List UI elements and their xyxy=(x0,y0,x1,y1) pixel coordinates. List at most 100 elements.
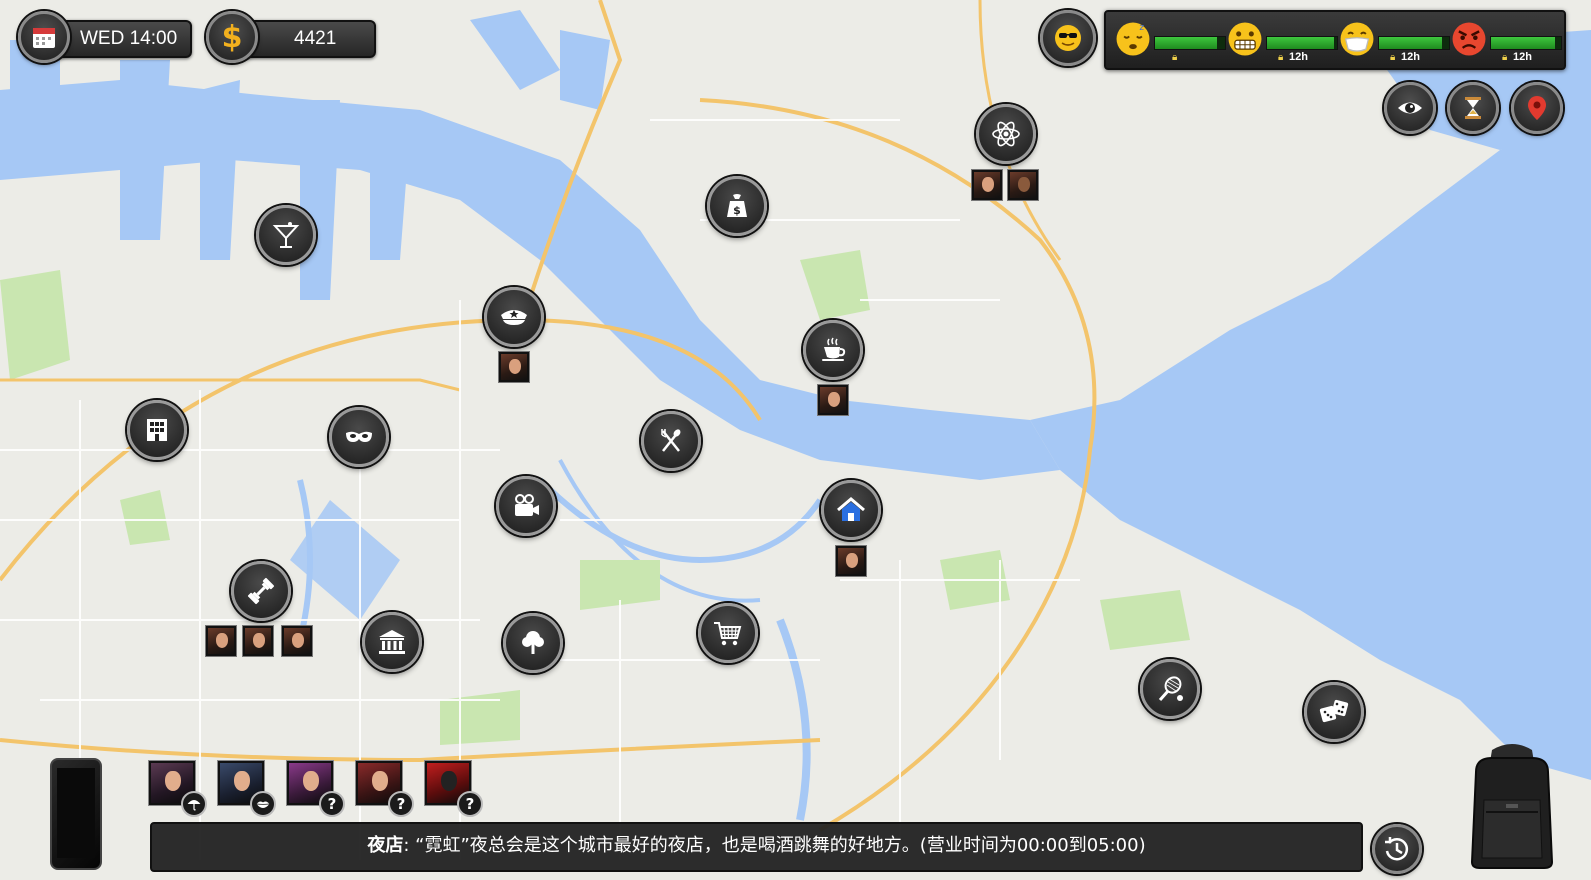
mood-button[interactable] xyxy=(1040,10,1096,66)
location-nightclub[interactable] xyxy=(256,205,316,265)
stat-bar-sleep xyxy=(1154,36,1226,50)
city-map xyxy=(0,0,1591,880)
inventory-backpack-button[interactable] xyxy=(1462,740,1562,870)
location-casino[interactable] xyxy=(1304,682,1364,742)
contact-2[interactable] xyxy=(217,760,276,817)
money-amount: 4421 xyxy=(294,28,337,49)
location-description-text: : “霓虹”夜总会是这个城市最好的夜店，也是喝酒跳舞的好地方。(营业时间为00:… xyxy=(403,835,1146,856)
backpack-icon xyxy=(1470,744,1554,869)
police-station-person[interactable] xyxy=(498,351,530,383)
location-science-lab[interactable] xyxy=(976,104,1036,164)
phone-button[interactable] xyxy=(50,758,102,870)
portrait-face xyxy=(253,633,265,648)
gym-person-3[interactable] xyxy=(281,625,313,657)
home-icon xyxy=(837,497,865,521)
video-camera-icon xyxy=(515,494,539,516)
stat-anger: 🔒︎ 12h xyxy=(1450,16,1562,63)
atom-icon xyxy=(992,121,1020,147)
contact-5[interactable]: ? xyxy=(424,760,483,817)
unknown-badge: ? xyxy=(319,791,345,817)
dumbbell-icon xyxy=(247,577,275,605)
location-police-station[interactable] xyxy=(484,287,544,347)
lock-icon: 🔒︎ xyxy=(1278,52,1284,63)
location-description-title: 夜店 xyxy=(367,835,404,856)
coffee-cup-icon xyxy=(822,337,846,361)
shopping-cart-icon xyxy=(714,622,742,646)
bank-icon xyxy=(379,630,405,654)
contact-4[interactable]: ? xyxy=(355,760,414,817)
location-park[interactable] xyxy=(503,613,563,673)
lips-icon xyxy=(250,791,276,817)
location-cinema[interactable] xyxy=(496,476,556,536)
map-pin-icon xyxy=(1528,96,1546,120)
tennis-racket-icon xyxy=(1158,676,1183,701)
portrait-face xyxy=(509,359,521,374)
cafe-person[interactable] xyxy=(817,384,849,416)
location-button[interactable] xyxy=(1511,82,1563,134)
science-lab-person-1[interactable] xyxy=(971,169,1003,201)
mask-face-icon xyxy=(1340,22,1374,56)
fork-knife-icon xyxy=(661,429,681,452)
calendar-icon xyxy=(33,28,55,48)
lock-icon: 🔒︎ xyxy=(1172,52,1178,63)
unknown-badge: ? xyxy=(388,791,414,817)
stat-bar-fill xyxy=(1491,37,1556,49)
location-gym[interactable] xyxy=(231,561,291,621)
sunglasses-face-icon xyxy=(1055,25,1081,51)
gym-person-1[interactable] xyxy=(205,625,237,657)
stat-bar-hunger xyxy=(1266,36,1338,50)
stat-hunger-value: 12h xyxy=(1289,51,1308,63)
cocktail-icon xyxy=(272,222,300,248)
contact-1[interactable] xyxy=(148,760,207,817)
unknown-badge: ? xyxy=(457,791,483,817)
mask-icon xyxy=(346,431,372,442)
portrait-face xyxy=(216,633,228,648)
science-lab-person-2[interactable] xyxy=(1007,169,1039,201)
home-person[interactable] xyxy=(835,545,867,577)
phone-screen xyxy=(57,768,95,858)
location-home[interactable] xyxy=(821,480,881,540)
day-time-label: WED 14:00 xyxy=(80,28,178,49)
location-bank[interactable] xyxy=(362,612,422,672)
calendar-button[interactable] xyxy=(18,11,70,63)
stat-bar-health xyxy=(1378,36,1450,50)
grimace-face-icon xyxy=(1228,22,1262,56)
contact-face xyxy=(234,771,250,791)
location-masquerade[interactable] xyxy=(329,407,389,467)
history-button[interactable] xyxy=(1372,824,1422,874)
history-icon xyxy=(1385,837,1409,861)
location-restaurant[interactable] xyxy=(641,411,701,471)
money-button[interactable]: $ xyxy=(206,11,258,63)
stat-anger-value: 12h xyxy=(1513,51,1532,63)
location-supermarket[interactable] xyxy=(698,603,758,663)
location-cafe[interactable] xyxy=(803,320,863,380)
tree-icon xyxy=(522,631,544,654)
portrait-face xyxy=(828,392,840,407)
hourglass-icon xyxy=(1465,97,1481,119)
svg-text:z: z xyxy=(1139,23,1144,33)
gym-person-2[interactable] xyxy=(242,625,274,657)
location-description-bar: 夜店: “霓虹”夜总会是这个城市最好的夜店，也是喝酒跳舞的好地方。(营业时间为0… xyxy=(150,822,1363,872)
location-apartments[interactable] xyxy=(127,400,187,460)
contact-face xyxy=(165,771,181,791)
wait-button[interactable] xyxy=(1447,82,1499,134)
portrait-face xyxy=(1018,177,1030,192)
location-shopping[interactable]: $ xyxy=(707,176,767,236)
money-bag-icon: $ xyxy=(727,194,747,217)
eye-icon xyxy=(1398,102,1422,114)
stat-hunger: 🔒︎ 12h xyxy=(1226,16,1338,63)
view-button[interactable] xyxy=(1384,82,1436,134)
contact-3[interactable]: ? xyxy=(286,760,345,817)
portrait-face xyxy=(292,633,304,648)
stat-bar-anger xyxy=(1490,36,1562,50)
contact-face xyxy=(303,771,319,791)
stat-bar-fill xyxy=(1155,37,1217,49)
stat-bar-fill xyxy=(1379,37,1442,49)
angry-face-icon xyxy=(1452,22,1486,56)
sleepy-face-icon: z xyxy=(1116,22,1150,56)
location-tennis-club[interactable] xyxy=(1140,659,1200,719)
stat-sleep: z 🔒︎ xyxy=(1114,16,1226,63)
portrait-face xyxy=(846,553,858,568)
contact-face xyxy=(372,771,388,791)
stat-health-value: 12h xyxy=(1401,51,1420,63)
